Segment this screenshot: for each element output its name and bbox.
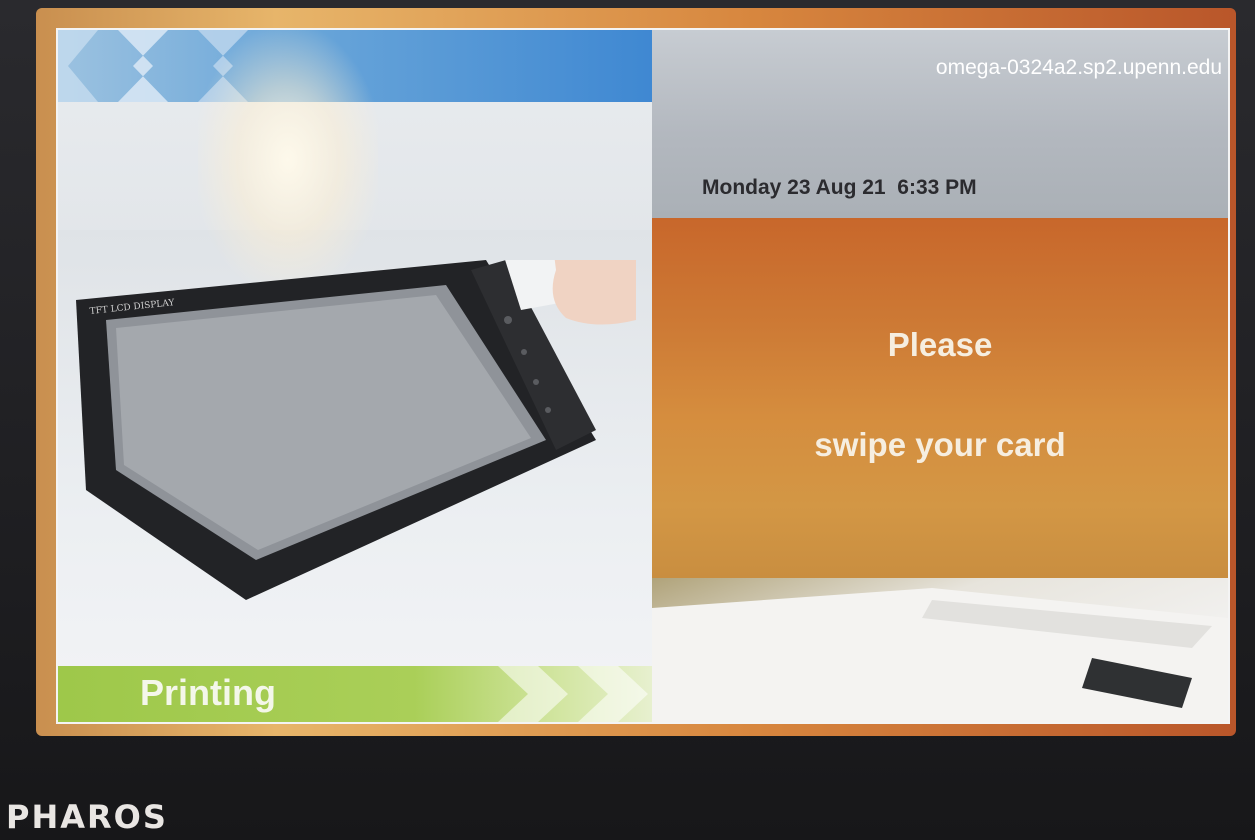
pharos-brand-logo: PHAROS <box>6 798 168 836</box>
card-reader-terminal-image: TFT LCD DISPLAY <box>76 260 636 600</box>
prompt-line-swipe-card: swipe your card <box>814 426 1066 463</box>
kiosk-screen: TFT LCD DISPLAY Printing omega-0324a2.sp… <box>56 28 1230 724</box>
printer-image <box>652 588 1228 722</box>
hostname-text: omega-0324a2.sp2.upenn.edu <box>935 56 1222 79</box>
header-panel: omega-0324a2.sp2.upenn.edu Monday 23 Aug… <box>652 30 1228 218</box>
prompt-line-please: Please <box>887 326 993 363</box>
printer-photo-panel <box>652 578 1228 722</box>
swipe-prompt-panel[interactable]: Please swipe your card <box>652 218 1228 578</box>
promo-photo-panel: TFT LCD DISPLAY Printing <box>58 30 652 722</box>
date-time-display: Monday 23 Aug 21 6:33 PM <box>702 176 977 199</box>
light-glare <box>198 30 378 290</box>
section-label-printing: Printing <box>140 672 276 713</box>
